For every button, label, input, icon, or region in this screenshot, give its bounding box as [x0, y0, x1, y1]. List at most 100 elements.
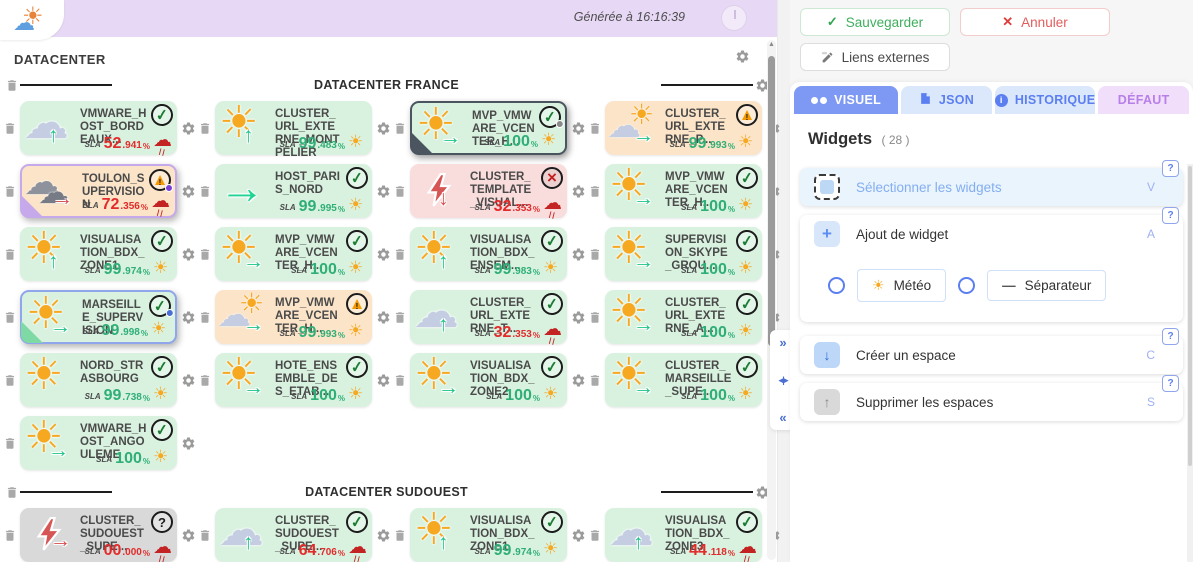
panel-scrollbar-thumb[interactable] — [1188, 166, 1192, 466]
widget-settings-icon[interactable] — [179, 247, 197, 262]
expand-panel-icon[interactable]: « — [779, 411, 786, 424]
widget-settings-icon[interactable] — [374, 121, 392, 136]
widget-settings-icon[interactable] — [374, 528, 392, 543]
delete-widget-icon[interactable] — [587, 121, 603, 136]
delete-widget-icon[interactable] — [587, 528, 603, 543]
widget-settings-icon[interactable] — [569, 310, 587, 325]
help-button[interactable]: ? — [1162, 328, 1179, 345]
delete-widget-icon[interactable] — [2, 310, 18, 325]
tab-defaut[interactable]: DÉFAUT — [1098, 86, 1189, 114]
delete-widget-icon[interactable] — [587, 247, 603, 262]
widget-card[interactable]: ☀☁→CLUSTER_URL_EXTERNE_P...▲!SLA99.993%☀ — [605, 101, 762, 155]
help-button[interactable]: ? — [1162, 207, 1179, 224]
widget-settings-icon[interactable] — [179, 310, 197, 325]
widget-card[interactable]: ☀→HOTE_ENSEMBLE_DES_ETAB...✓SLA100%☀ — [215, 353, 372, 407]
delete-widget-icon[interactable] — [392, 310, 408, 325]
delete-widget-icon[interactable] — [197, 310, 213, 325]
tab-visuel[interactable]: VISUEL — [794, 86, 898, 114]
widget-card[interactable]: ☀→CLUSTER_URL_EXTERNE_A...✓SLA100%☀ — [605, 290, 762, 344]
widget-settings-icon[interactable] — [374, 247, 392, 262]
widget-card[interactable]: ☀↑CLUSTER_URL_EXTERNE_MONTPELIERSLA99.48… — [215, 101, 372, 155]
widget-card[interactable]: ☁☁→TOULON_SUPERVISION▲!SLA72.356%☁|| — [20, 164, 177, 218]
widget-settings-icon[interactable] — [179, 528, 197, 543]
panel-scrollbar[interactable] — [1187, 164, 1193, 562]
delete-widget-icon[interactable] — [392, 121, 408, 136]
delete-widget-icon[interactable] — [197, 247, 213, 262]
create-space-button[interactable]: ↓ Créer un espace C ? — [800, 336, 1183, 374]
add-widget-button[interactable]: + Ajout de widget A ? — [800, 215, 1183, 253]
delete-section-icon[interactable] — [4, 485, 20, 500]
widget-card[interactable]: ☀→VISUALISATION_BDX_ZONE2✓SLA100%☀ — [410, 353, 567, 407]
save-button[interactable]: ✓ Sauvegarder — [800, 8, 950, 36]
widget-settings-icon[interactable] — [569, 184, 587, 199]
widget-card[interactable]: ☀→SUPERVISION_SKYPE_GROU...✓SLA100%☀ — [605, 227, 762, 281]
widget-settings-icon[interactable] — [374, 310, 392, 325]
widget-card[interactable]: ☀→MVP_VMWARE_VCENTER_H...✓SLA100%☀ — [410, 101, 567, 155]
tab-json[interactable]: JSON — [901, 86, 992, 114]
delete-widget-icon[interactable] — [392, 184, 408, 199]
external-links-button[interactable]: Liens externes — [800, 43, 950, 71]
widget-type-separateur[interactable]: — Séparateur — [987, 270, 1106, 301]
help-button[interactable]: ? — [1162, 375, 1179, 392]
delete-widget-icon[interactable] — [2, 184, 18, 199]
widget-card[interactable]: ☀→MARSEILLE_SUPERVISION✓SLA99.998%☀ — [20, 290, 177, 344]
widget-card[interactable]: ↓CLUSTER_TEMPLATE_VISUAL...×SLA32.353%☁|… — [410, 164, 567, 218]
select-widgets-button[interactable]: Sélectionner les widgets V ? — [800, 168, 1183, 206]
widget-card[interactable]: ☁↑VMWARE_HOST_BORDEAUX...✓SLA52.941%☁|| — [20, 101, 177, 155]
cancel-button[interactable]: ✕ Annuler — [960, 8, 1110, 36]
widget-card[interactable]: ☀→CLUSTER_MARSEILLE_SUPE...✓SLA100%☀ — [605, 353, 762, 407]
delete-spaces-button[interactable]: ↑ Supprimer les espaces S ? — [800, 383, 1183, 421]
widget-card[interactable]: ☁↑VISUALISATION_BDX_ZONE3✓SLA44.118%☁|| — [605, 508, 762, 562]
radio-meteo[interactable] — [828, 277, 845, 294]
widget-card[interactable]: ☀→MVP_VMWARE_VCENTER_H...✓SLA100%☀ — [215, 227, 372, 281]
widget-card[interactable]: ☀→VMWARE_HOST_ANGOULEME✓SLA100%☀ — [20, 416, 177, 470]
main-scrollbar-thumb[interactable] — [768, 56, 775, 346]
delete-widget-icon[interactable] — [2, 121, 18, 136]
delete-widget-icon[interactable] — [197, 184, 213, 199]
widget-card[interactable]: ☁↑CLUSTER_URL_EXTERNE_T...✓SLA32.353%☁|| — [410, 290, 567, 344]
delete-widget-icon[interactable] — [2, 528, 18, 543]
widget-settings-icon[interactable] — [179, 121, 197, 136]
widget-settings-icon[interactable] — [179, 373, 197, 388]
delete-section-icon[interactable] — [4, 78, 20, 93]
delete-widget-icon[interactable] — [587, 310, 603, 325]
delete-widget-icon[interactable] — [2, 373, 18, 388]
widget-card[interactable]: ☀☁→MVP_VMWARE_VCENTER_H...▲!SLA99.993%☀ — [215, 290, 372, 344]
delete-widget-icon[interactable] — [2, 436, 18, 451]
widget-settings-icon[interactable] — [374, 184, 392, 199]
radio-separateur[interactable] — [958, 277, 975, 294]
widget-card[interactable]: ☀↑VISUALISATION_BDX_ZONE1✓SLA99.974%☀ — [20, 227, 177, 281]
widget-card[interactable]: ☁↑CLUSTER_SUDOUEST_SUPE...✓SLA64.706%☁|| — [215, 508, 372, 562]
widget-type-meteo[interactable]: ☀ Météo — [857, 269, 946, 302]
delete-widget-icon[interactable] — [587, 184, 603, 199]
help-button[interactable]: ? — [1162, 160, 1179, 177]
widget-card[interactable]: ☀→MVP_VMWARE_VCENTER_H...✓SLA100%☀ — [605, 164, 762, 218]
delete-widget-icon[interactable] — [197, 121, 213, 136]
scroll-up-icon[interactable]: ▲ — [768, 41, 775, 48]
widget-card[interactable]: ☀↑VISUALISATION_BDX_ZONE1✓SLA99.974%☀ — [410, 508, 567, 562]
board-settings-icon[interactable] — [733, 49, 751, 64]
resize-panel-icon[interactable]: ◂|▸ — [779, 376, 788, 385]
widget-settings-icon[interactable] — [179, 436, 197, 451]
delete-widget-icon[interactable] — [2, 247, 18, 262]
widget-settings-icon[interactable] — [374, 373, 392, 388]
widget-settings-icon[interactable] — [179, 184, 197, 199]
delete-widget-icon[interactable] — [392, 373, 408, 388]
delete-widget-icon[interactable] — [392, 528, 408, 543]
delete-widget-icon[interactable] — [587, 373, 603, 388]
main-scrollbar[interactable]: ▲ — [767, 40, 776, 560]
delete-widget-icon[interactable] — [197, 373, 213, 388]
widget-card[interactable]: →CLUSTER_SUDOUEST_SUPE...?SLA00.000%☁|| — [20, 508, 177, 562]
collapse-panel-icon[interactable]: » — [779, 336, 786, 349]
delete-widget-icon[interactable] — [392, 247, 408, 262]
widget-settings-icon[interactable] — [569, 373, 587, 388]
widget-card[interactable]: ☀↑VISUALISATION_BDX_ENSEM...✓SLA99.983%☀ — [410, 227, 567, 281]
tab-historique[interactable]: i HISTORIQUE — [995, 86, 1096, 114]
widget-settings-icon[interactable] — [569, 247, 587, 262]
widget-card[interactable]: ☀NORD_STRASBOURG✓SLA99.738%☀ — [20, 353, 177, 407]
widget-card[interactable]: →HOST_PARIS_NORD✓SLA99.995%☀ — [215, 164, 372, 218]
delete-widget-icon[interactable] — [197, 528, 213, 543]
widget-settings-icon[interactable] — [569, 528, 587, 543]
widget-settings-icon[interactable] — [569, 121, 587, 136]
app-logo[interactable]: ☀ ☁ — [0, 0, 64, 40]
